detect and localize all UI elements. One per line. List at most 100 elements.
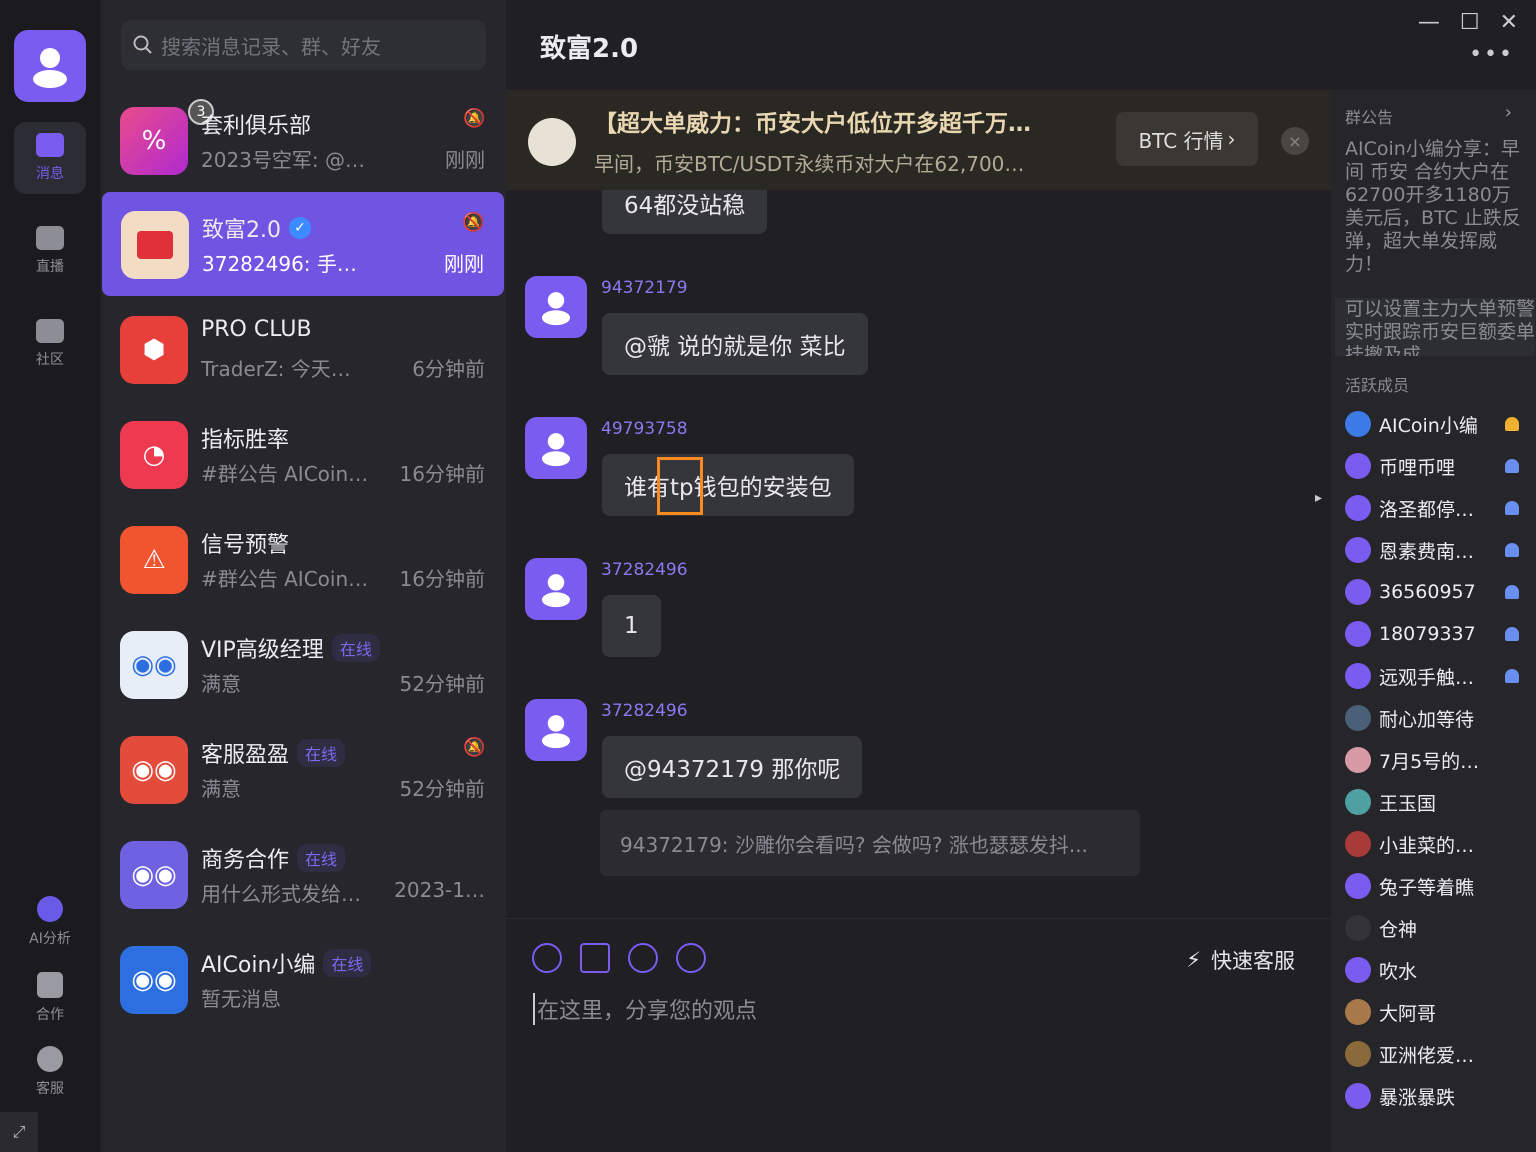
member-item[interactable]: 7月5号的…: [1345, 742, 1530, 778]
conversation-item[interactable]: ◉◉ 客服盈盈 在线 🔕 满意 52分钟前: [101, 717, 505, 821]
maximize-icon[interactable]: ☐: [1460, 10, 1480, 35]
message-input[interactable]: 在这里，分享您的观点: [533, 993, 757, 1025]
owl-avatar: ◉◉: [120, 946, 188, 1014]
member-item[interactable]: 远观手触…: [1345, 658, 1530, 694]
conversation-time: 52分钟前: [399, 777, 485, 801]
avatar[interactable]: [525, 417, 587, 479]
conversation-preview: 用什么形式发给…: [201, 882, 361, 906]
conversation-preview: #群公告 AICoin…: [201, 567, 369, 591]
admin-icon: [1505, 543, 1519, 557]
group-avatar: % 3: [120, 99, 214, 175]
member-item[interactable]: 亚洲佬爱…: [1345, 1036, 1530, 1072]
btc-market-button[interactable]: BTC 行情 ›: [1116, 112, 1258, 166]
member-item[interactable]: 币哩币哩: [1345, 448, 1530, 484]
member-name: 大阿哥: [1379, 1002, 1437, 1025]
message-username[interactable]: 94372179: [601, 278, 688, 298]
avatar[interactable]: [525, 276, 587, 338]
reply-quote[interactable]: 94372179: 沙雕你会看吗? 会做吗? 涨也瑟瑟发抖...: [600, 810, 1140, 876]
member-item[interactable]: 36560957: [1345, 574, 1530, 610]
minimize-icon[interactable]: —: [1418, 10, 1440, 35]
nav-coop-label: 合作: [36, 1007, 64, 1023]
member-item[interactable]: 兔子等着瞧: [1345, 868, 1530, 904]
member-item[interactable]: 耐心加等待: [1345, 700, 1530, 736]
user-avatar[interactable]: [14, 30, 86, 102]
member-name: 兔子等着瞧: [1379, 876, 1475, 899]
message-username[interactable]: 37282496: [601, 560, 688, 580]
conversation-time: 52分钟前: [399, 672, 485, 696]
group-avatar: [121, 211, 189, 279]
member-item[interactable]: 大阿哥: [1345, 994, 1530, 1030]
nav-community[interactable]: 社区: [14, 308, 86, 380]
user-icon: [541, 574, 571, 608]
conversation-time: 刚刚: [444, 252, 484, 276]
resize-icon[interactable]: ⤢: [0, 1112, 38, 1152]
mute-icon: 🔕: [463, 737, 486, 758]
conversation-item[interactable]: ◔ 指标胜率 #群公告 AICoin… 16分钟前: [101, 402, 505, 506]
nav-live[interactable]: 直播: [14, 215, 86, 287]
conversation-name: 信号预警: [201, 533, 290, 558]
member-name: 小韭菜的…: [1379, 834, 1475, 857]
nav-cooperation[interactable]: 合作: [0, 972, 100, 1024]
collapse-arrow-icon[interactable]: ▸: [1315, 490, 1331, 520]
message-username[interactable]: 37282496: [601, 701, 688, 721]
member-item[interactable]: 王玉国: [1345, 784, 1530, 820]
close-icon[interactable]: ×: [1281, 127, 1309, 155]
conversation-item[interactable]: ◉◉ AICoin小编 在线 暂无消息: [101, 927, 505, 1031]
search-bar[interactable]: 搜索消息记录、群、好友: [121, 20, 486, 70]
search-icon: [133, 35, 152, 54]
left-rail: 消息 直播 社区 AI分析 合作 客服 ⤢: [0, 0, 100, 1152]
member-item[interactable]: 暴涨暴跌: [1345, 1078, 1530, 1114]
conversation-item[interactable]: ◉◉ VIP高级经理 在线 满意 52分钟前: [101, 612, 505, 716]
notice-text-2: 可以设置主力大单预警实时跟踪币安巨额委单挂撤及成: [1335, 298, 1535, 356]
clock-icon[interactable]: [676, 943, 706, 973]
conversation-item[interactable]: ⬢ PRO CLUB TraderZ: 今天… 6分钟前: [101, 297, 505, 401]
more-icon[interactable]: •••: [1469, 42, 1514, 67]
member-item[interactable]: AICoin小编: [1345, 406, 1530, 442]
online-status: 在线: [297, 739, 346, 767]
member-avatar: [1345, 705, 1371, 731]
member-item[interactable]: 恩素费南…: [1345, 532, 1530, 568]
nav-ai-analysis[interactable]: AI分析: [0, 896, 100, 948]
pinned-announcement[interactable]: 【超大单威力：币安大户低位开多超千万… 早间，币安BTC/USDT永续币对大户在…: [506, 90, 1331, 190]
avatar[interactable]: [525, 699, 587, 761]
avatar[interactable]: [525, 558, 587, 620]
conversation-item[interactable]: ⚠ 信号预警 #群公告 AICoin… 16分钟前: [101, 507, 505, 611]
conversation-name: 指标胜率: [201, 428, 290, 453]
diamond-icon: [528, 118, 576, 166]
member-name: 恩素费南…: [1379, 540, 1475, 563]
conversation-item[interactable]: % 3 套利俱乐部 🔕 2023号空军: @… 刚刚: [101, 88, 505, 192]
chat-title: 致富2.0: [540, 34, 639, 64]
member-item[interactable]: 18079337: [1345, 616, 1530, 652]
quick-service-button[interactable]: ⚡ 快速客服: [1186, 945, 1295, 975]
member-name: 吹水: [1379, 960, 1418, 983]
bitcoin-icon[interactable]: [628, 943, 658, 973]
message-username[interactable]: 49793758: [601, 419, 688, 439]
nav-support[interactable]: 客服: [0, 1046, 100, 1098]
member-item[interactable]: 仓神: [1345, 910, 1530, 946]
member-avatar: [1345, 957, 1371, 983]
emoji-icon[interactable]: [532, 943, 562, 973]
member-name: 耐心加等待: [1379, 708, 1475, 731]
online-status: 在线: [331, 634, 380, 662]
conversation-preview: 37282496: 手…: [202, 252, 357, 276]
conversation-time: 刚刚: [445, 148, 485, 172]
conversation-time: 16分钟前: [399, 567, 485, 591]
conversation-item[interactable]: ◉◉ 商务合作 在线 用什么形式发给… 2023-1…: [101, 822, 505, 926]
conversation-item-active[interactable]: 致富2.0 ✓ 🔕 37282496: 手… 刚刚: [102, 192, 504, 296]
chat-icon: [36, 133, 64, 157]
conversation-preview: 暂无消息: [201, 987, 281, 1011]
member-item[interactable]: 吹水: [1345, 952, 1530, 988]
online-status: 在线: [297, 844, 346, 872]
community-icon: [36, 319, 64, 343]
close-window-icon[interactable]: ✕: [1500, 10, 1518, 35]
chevron-right-icon: ›: [1227, 127, 1236, 151]
member-item[interactable]: 小韭菜的…: [1345, 826, 1530, 862]
group-avatar: ⚠: [120, 526, 188, 594]
image-icon[interactable]: [580, 943, 610, 973]
member-avatar: [1345, 537, 1371, 563]
member-item[interactable]: 洛圣都停…: [1345, 490, 1530, 526]
nav-messages[interactable]: 消息: [14, 122, 86, 194]
notice-text: AICoin小编分享：早间 币安 合约大户在62700开多1180万美元后，BT…: [1345, 138, 1521, 275]
notice-label[interactable]: 群公告: [1345, 104, 1393, 128]
chevron-right-icon[interactable]: ›: [1505, 102, 1512, 123]
